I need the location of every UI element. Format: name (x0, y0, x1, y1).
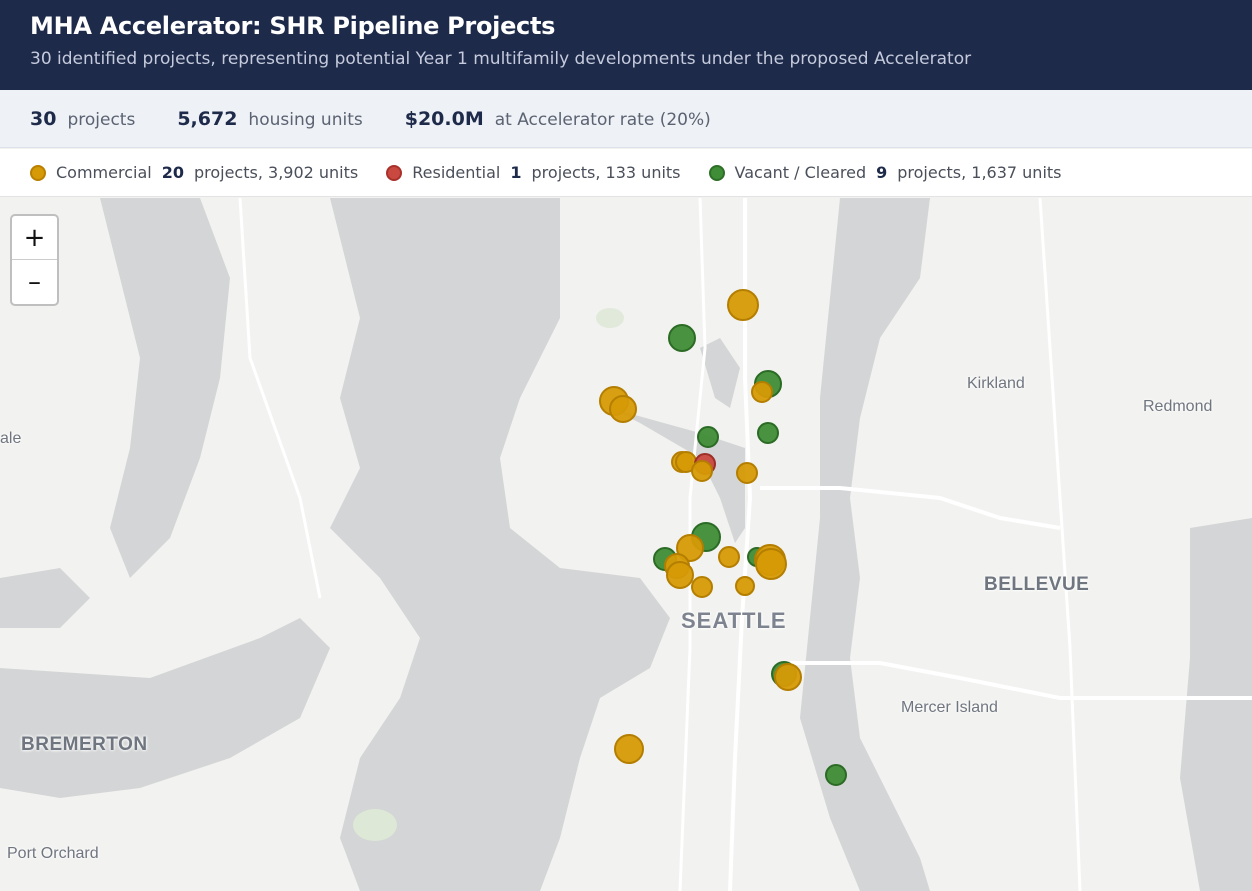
legend-count: 9 (876, 163, 888, 182)
residential-dot-icon (386, 164, 403, 181)
legend-count: 1 (510, 163, 522, 182)
map-canvas[interactable]: Kirkland Redmond BELLEVUE SEATTLE Mercer… (0, 198, 1252, 891)
project-marker[interactable] (736, 462, 758, 484)
stat-units: 5,672 housing units (177, 108, 362, 130)
map-legend: Commercial 20 projects, 3,902 units Resi… (0, 149, 1252, 197)
project-marker[interactable] (691, 460, 713, 482)
page-header: MHA Accelerator: SHR Pipeline Projects 3… (0, 0, 1252, 90)
legend-item-vacant[interactable]: Vacant / Cleared 9 projects, 1,637 units (708, 163, 1062, 182)
stat-projects-label: projects (67, 109, 136, 130)
legend-item-residential[interactable]: Residential 1 projects, 133 units (386, 163, 681, 182)
legend-item-commercial[interactable]: Commercial 20 projects, 3,902 units (30, 163, 358, 182)
stat-projects-value: 30 (30, 107, 57, 130)
project-marker[interactable] (718, 546, 740, 568)
stat-units-label: housing units (248, 109, 363, 130)
project-markers-layer (599, 289, 847, 786)
project-marker[interactable] (691, 576, 713, 598)
legend-category: Commercial (56, 163, 152, 182)
stat-units-value: 5,672 (177, 107, 238, 130)
project-marker[interactable] (666, 561, 694, 589)
project-marker[interactable] (755, 548, 787, 580)
project-marker[interactable] (757, 422, 779, 444)
project-marker[interactable] (668, 324, 696, 352)
stat-projects: 30 projects (30, 108, 135, 130)
legend-detail: projects, 133 units (531, 163, 681, 182)
legend-detail: projects, 1,637 units (897, 163, 1062, 182)
project-marker[interactable] (751, 381, 773, 403)
legend-category: Residential (412, 163, 501, 182)
legend-category: Vacant / Cleared (734, 163, 867, 182)
stat-funding: $20.0M at Accelerator rate (20%) (405, 108, 711, 130)
project-marker[interactable] (609, 395, 637, 423)
page-title: MHA Accelerator: SHR Pipeline Projects (30, 12, 556, 40)
zoom-in-button[interactable]: + (12, 216, 57, 260)
vacant-dot-icon (708, 164, 725, 181)
summary-stats-bar: 30 projects 5,672 housing units $20.0M a… (0, 90, 1252, 148)
project-marker[interactable] (774, 663, 802, 691)
project-marker[interactable] (727, 289, 759, 321)
project-marker[interactable] (697, 426, 719, 448)
project-marker[interactable] (735, 576, 755, 596)
stat-funding-label: at Accelerator rate (20%) (494, 109, 711, 130)
zoom-control: + – (10, 214, 59, 306)
legend-detail: projects, 3,902 units (193, 163, 359, 182)
legend-count: 20 (161, 163, 184, 182)
commercial-dot-icon (30, 164, 46, 181)
page-subtitle: 30 identified projects, representing pot… (30, 49, 972, 69)
stat-funding-value: $20.0M (404, 107, 484, 130)
project-marker[interactable] (614, 734, 644, 764)
zoom-out-button[interactable]: – (12, 260, 57, 304)
project-marker[interactable] (825, 764, 847, 786)
